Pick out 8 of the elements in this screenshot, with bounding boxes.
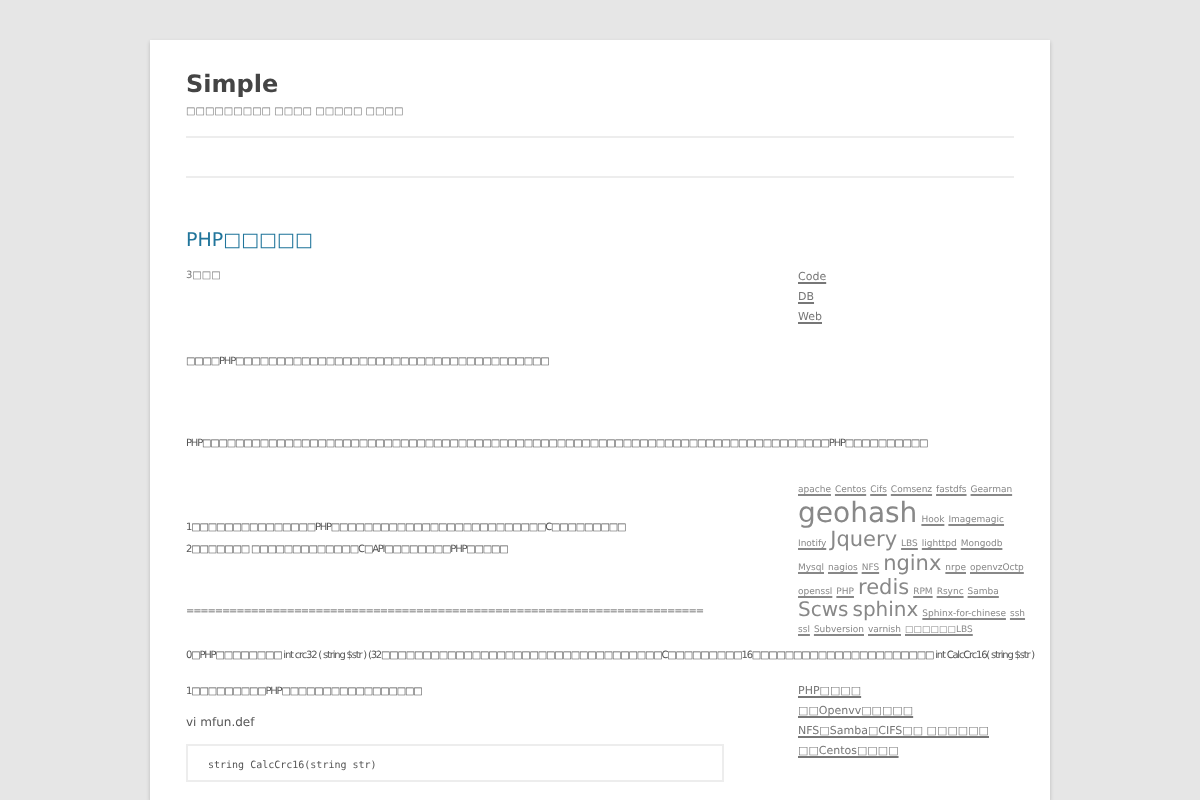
post-title[interactable]: PHP□□□□□ — [186, 230, 313, 254]
site-title[interactable]: Simple — [186, 68, 279, 100]
tag-link[interactable]: geohash — [798, 500, 918, 530]
tag-link[interactable]: Scws — [798, 602, 849, 623]
tag-link[interactable]: redis — [857, 578, 910, 601]
tag-link[interactable]: sphinx — [852, 602, 919, 623]
tag-link[interactable]: Jquery — [830, 530, 898, 553]
tag-link[interactable]: nginx — [883, 554, 942, 577]
